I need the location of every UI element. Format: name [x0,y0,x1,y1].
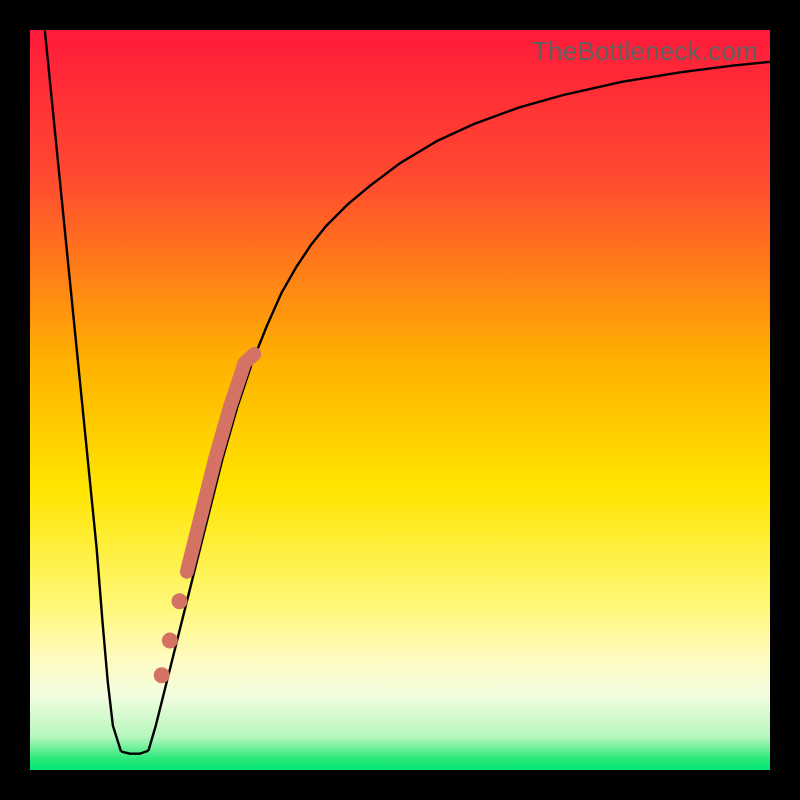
bottleneck-dots-1 [162,633,178,649]
chart-svg [30,30,770,770]
watermark-text: TheBottleneck.com [532,36,758,67]
bottleneck-dots-0 [171,593,187,609]
chart-frame: TheBottleneck.com [0,0,800,800]
plot-area: TheBottleneck.com [30,30,770,770]
gradient-background [30,30,770,770]
bottleneck-dots-2 [154,667,170,683]
